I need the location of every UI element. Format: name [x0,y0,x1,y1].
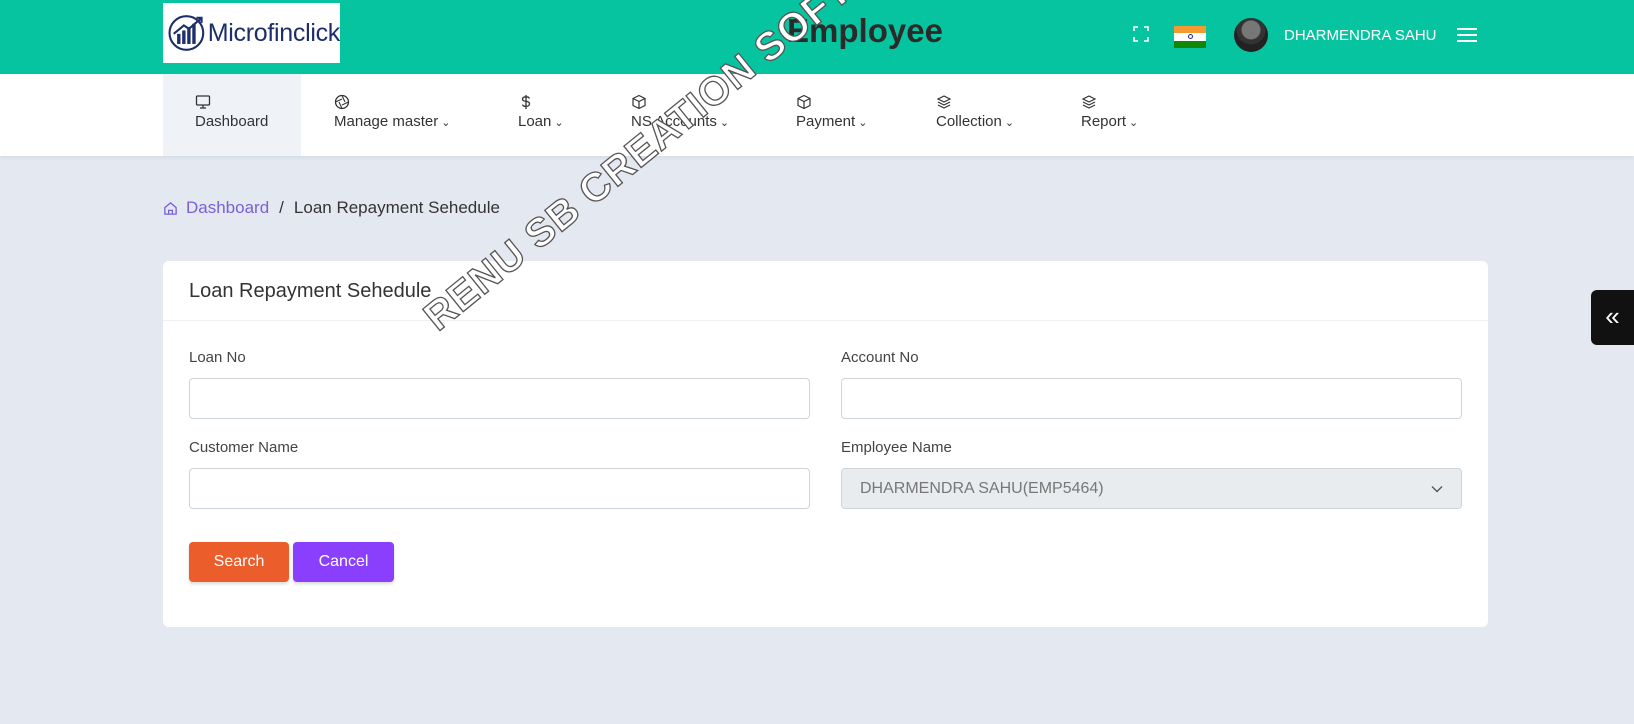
chevron-down-icon [1431,485,1443,492]
account-no-label: Account No [841,349,919,366]
page-title: Employee [787,12,943,49]
chevron-down-icon: ⌄ [1004,117,1015,129]
account-no-input[interactable] [841,378,1462,419]
nav-label: Report [1081,113,1127,130]
layers-icon [936,95,952,109]
aperture-icon [334,94,350,110]
nav-item-payment[interactable]: Payment ⌄ [796,74,867,156]
search-button[interactable]: Search [189,542,289,582]
nav-label: Collection [936,113,1002,130]
breadcrumb-current: Loan Repayment Sehedule [293,198,500,217]
breadcrumb-home-label: Dashboard [186,198,270,217]
layers-icon [1081,95,1097,109]
chevron-down-icon: ⌄ [719,117,730,129]
box-icon [632,94,646,110]
card-title: Loan Repayment Sehedule [163,261,1488,321]
employee-name-label: Employee Name [841,439,952,456]
nav-label: Dashboard [195,113,269,130]
employee-name-select[interactable]: DHARMENDRA SAHU(EMP5464) [841,468,1462,509]
box-icon [797,94,811,110]
nav-item-loan[interactable]: Loan ⌄ [518,74,564,156]
nav-item-collection[interactable]: Collection ⌄ [936,74,1014,156]
top-header: Microfinclick Employee DHARMENDRA SAHU [0,0,1634,74]
nav-item-dashboard[interactable]: Dashboard [163,74,301,156]
logo-icon [168,15,205,51]
fullscreen-icon[interactable] [1133,26,1149,42]
loan-no-label: Loan No [189,349,246,366]
home-icon [164,201,177,215]
chevron-down-icon: ⌄ [858,117,868,129]
india-flag-icon[interactable] [1174,26,1206,48]
main-navbar: Dashboard Manage master ⌄ Loan ⌄ NS Accoun… [0,74,1634,156]
cancel-button[interactable]: Cancel [293,542,394,582]
dollar-icon [521,95,531,109]
loan-no-input[interactable] [189,378,810,419]
user-name[interactable]: DHARMENDRA SAHU [1284,27,1437,44]
logo[interactable]: Microfinclick [163,3,340,63]
nav-label: Loan [518,113,552,130]
nav-item-report[interactable]: Report ⌄ [1081,74,1138,156]
monitor-icon [195,95,211,109]
loan-repayment-card: Loan Repayment Sehedule Loan No Account … [163,261,1488,627]
logo-text: Microfinclick [207,18,341,47]
nav-label: Manage master [334,113,439,130]
chevron-down-icon: ⌄ [554,117,564,129]
customer-name-input[interactable] [189,468,810,509]
hamburger-menu-icon[interactable] [1457,28,1477,42]
nav-label: Payment [796,113,856,130]
nav-item-manage-master[interactable]: Manage master ⌄ [334,74,450,156]
nav-item-ns-accounts[interactable]: NS Accounts ⌄ [631,74,729,156]
breadcrumb-home[interactable]: Dashboard [163,198,269,218]
employee-name-value: DHARMENDRA SAHU(EMP5464) [860,479,1104,497]
nav-label: NS Accounts [631,113,717,130]
chevron-down-icon: ⌄ [1129,117,1139,129]
breadcrumb: Dashboard / Loan Repayment Sehedule [163,198,500,218]
breadcrumb-separator: / [279,198,284,217]
customer-name-label: Customer Name [189,439,299,456]
chevron-down-icon: ⌄ [441,117,451,129]
avatar[interactable] [1232,16,1270,54]
side-panel-toggle[interactable]: « [1591,290,1634,345]
